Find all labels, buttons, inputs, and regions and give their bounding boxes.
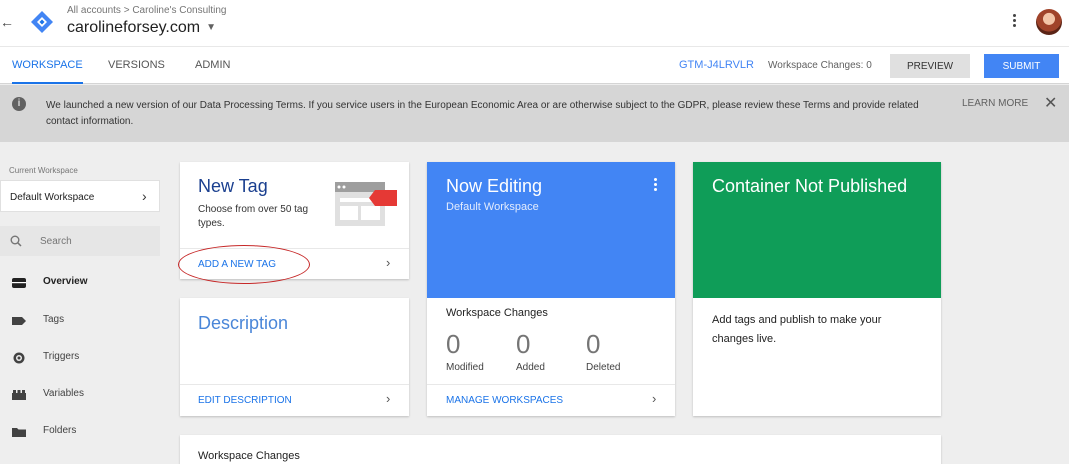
- notice-text: We launched a new version of our Data Pr…: [46, 100, 919, 127]
- stat-deleted: 0 Deleted: [586, 330, 620, 373]
- stat-value: 0: [516, 329, 531, 359]
- not-published-body: Add tags and publish to make your change…: [712, 314, 882, 345]
- account-selector[interactable]: carolineforsey.com ▼: [67, 19, 216, 37]
- trigger-icon: [11, 351, 27, 364]
- more-options-icon[interactable]: [1009, 12, 1019, 32]
- caret-down-icon: ▼: [206, 22, 216, 34]
- description-card: Description EDIT DESCRIPTION ›: [180, 298, 409, 416]
- tag-illustration-icon: [335, 182, 401, 228]
- more-options-icon[interactable]: [654, 178, 658, 193]
- tag-icon: [11, 314, 27, 326]
- workspace-selector[interactable]: Default Workspace ›: [0, 180, 160, 212]
- new-tag-description: Choose from over 50 tag types.: [198, 204, 309, 229]
- now-editing-header: Now Editing Default Workspace: [427, 162, 675, 298]
- workspace-changes-card: Workspace Changes: [180, 435, 941, 464]
- top-bar: ← All accounts > Caroline's Consulting c…: [0, 0, 1069, 46]
- tab-bar: WORKSPACE VERSIONS ADMIN GTM-J4LRVLR Wor…: [0, 46, 1069, 84]
- sidebar-search[interactable]: Search: [0, 226, 160, 256]
- stat-label: Modified: [446, 362, 484, 373]
- sidebar-item-label: Tags: [43, 314, 65, 325]
- search-icon: [10, 234, 22, 247]
- stat-added: 0 Added: [516, 330, 545, 373]
- sidebar: Current Workspace Default Workspace › Se…: [0, 142, 168, 464]
- sidebar-item-label: Overview: [43, 276, 88, 287]
- chevron-right-icon[interactable]: ›: [386, 391, 390, 406]
- variables-icon: [11, 388, 27, 400]
- learn-more-link[interactable]: LEARN MORE: [962, 98, 1028, 109]
- chevron-right-icon[interactable]: ›: [386, 255, 390, 270]
- container-id-link[interactable]: GTM-J4LRVLR: [679, 47, 754, 84]
- sidebar-item-label: Variables: [43, 388, 84, 399]
- new-tag-title: New Tag: [198, 176, 268, 196]
- now-editing-title: Now Editing: [446, 176, 543, 196]
- tab-versions[interactable]: VERSIONS: [108, 47, 165, 84]
- gdpr-notice-banner: i We launched a new version of our Data …: [0, 85, 1069, 142]
- overview-icon: [11, 276, 27, 288]
- account-name: carolineforsey.com: [67, 19, 201, 36]
- not-published-header: Container Not Published: [693, 162, 941, 298]
- current-workspace-label: Current Workspace: [9, 166, 78, 175]
- workspace-changes-count: Workspace Changes: 0: [768, 60, 872, 71]
- tab-admin[interactable]: ADMIN: [195, 47, 230, 84]
- preview-button[interactable]: PREVIEW: [890, 54, 970, 78]
- stat-value: 0: [586, 329, 601, 359]
- stat-modified: 0 Modified: [446, 330, 484, 373]
- now-editing-workspace: Default Workspace: [446, 201, 539, 213]
- back-arrow-icon[interactable]: ←: [0, 12, 14, 32]
- sidebar-item-overview[interactable]: Overview: [0, 270, 160, 294]
- container-not-published-card: Container Not Published Add tags and pub…: [693, 162, 941, 416]
- avatar[interactable]: [1036, 9, 1062, 35]
- info-icon: i: [12, 97, 26, 111]
- sidebar-item-label: Folders: [43, 425, 77, 436]
- description-title: Description: [198, 313, 289, 333]
- tab-workspace[interactable]: WORKSPACE: [12, 47, 83, 84]
- stat-value: 0: [446, 329, 461, 359]
- sidebar-item-folders[interactable]: Folders: [0, 419, 160, 443]
- sidebar-item-triggers[interactable]: Triggers: [0, 345, 160, 369]
- submit-button[interactable]: SUBMIT: [984, 54, 1059, 78]
- workspace-changes-title: Workspace Changes: [446, 307, 548, 319]
- not-published-title: Container Not Published: [712, 176, 908, 196]
- stat-label: Deleted: [586, 362, 621, 373]
- search-label: Search: [40, 236, 72, 247]
- workspace-changes-card-title: Workspace Changes: [198, 450, 300, 462]
- highlight-annotation-oval: [178, 245, 310, 284]
- edit-description-link[interactable]: EDIT DESCRIPTION: [198, 395, 292, 406]
- sidebar-item-tags[interactable]: Tags: [0, 308, 160, 332]
- now-editing-card: Now Editing Default Workspace Workspace …: [427, 162, 675, 416]
- workspace-name: Default Workspace: [10, 192, 95, 203]
- chevron-right-icon: ›: [142, 188, 147, 204]
- breadcrumb[interactable]: All accounts > Caroline's Consulting: [67, 5, 227, 16]
- folder-icon: [11, 425, 27, 437]
- stat-label: Added: [516, 362, 545, 373]
- sidebar-item-label: Triggers: [43, 351, 80, 362]
- tag-manager-logo-icon[interactable]: [30, 10, 54, 34]
- close-icon[interactable]: ✕: [1044, 93, 1057, 113]
- manage-workspaces-link[interactable]: MANAGE WORKSPACES: [446, 395, 563, 406]
- sidebar-item-variables[interactable]: Variables: [0, 382, 160, 406]
- chevron-right-icon[interactable]: ›: [652, 391, 656, 406]
